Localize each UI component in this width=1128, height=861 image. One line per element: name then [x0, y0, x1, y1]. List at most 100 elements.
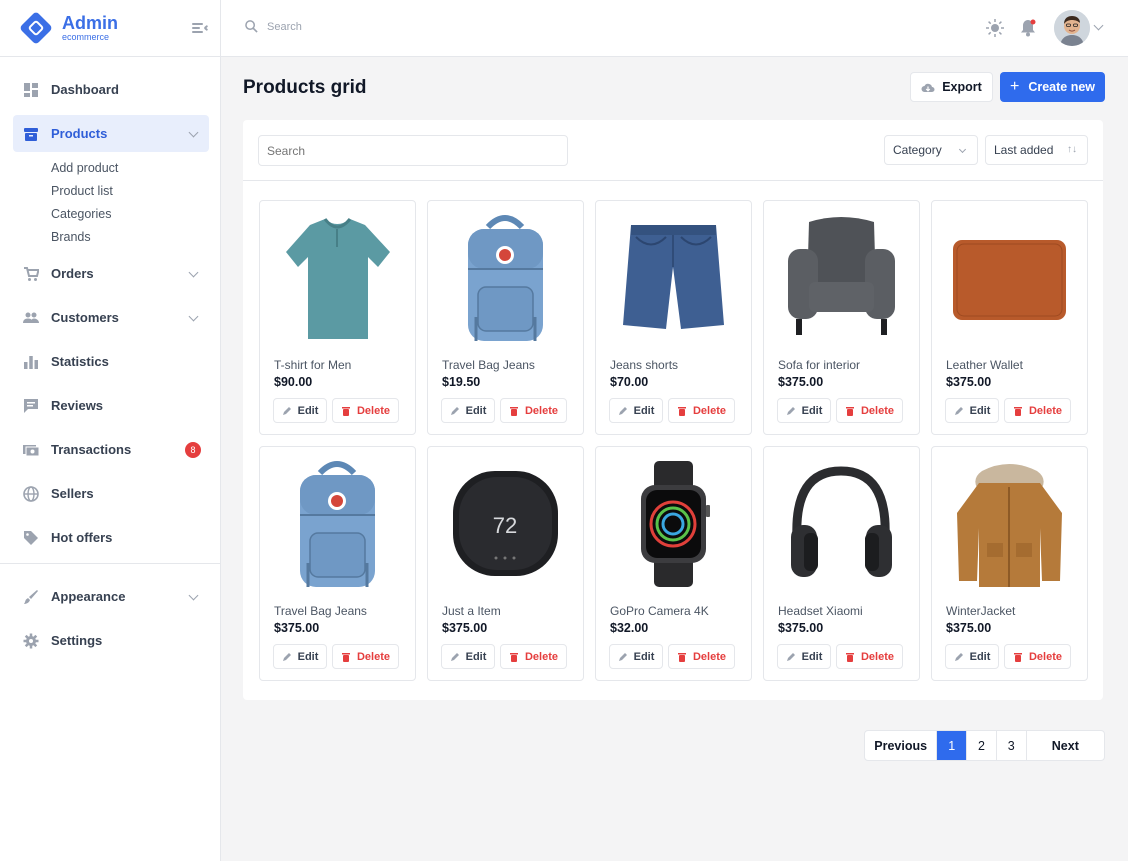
product-image[interactable] [764, 453, 919, 593]
product-card[interactable]: WinterJacket $375.00 Edit Delete [931, 446, 1088, 681]
trash-icon [845, 406, 854, 416]
sort-select[interactable]: Last added ↑↓ [985, 135, 1088, 165]
sidebar-item-products[interactable]: Products [13, 115, 209, 152]
delete-button[interactable]: Delete [836, 644, 903, 669]
product-image[interactable] [596, 453, 751, 593]
category-select-label: Category [893, 143, 942, 157]
edit-label: Edit [801, 650, 823, 663]
submenu-product-list[interactable]: Product list [51, 180, 220, 203]
pencil-icon [954, 406, 963, 415]
product-price: $32.00 [610, 621, 649, 635]
page-2-button[interactable]: 2 [967, 731, 997, 760]
pencil-icon [618, 406, 627, 415]
delete-button[interactable]: Delete [836, 398, 903, 423]
product-name: Sofa for interior [778, 358, 861, 372]
product-card[interactable]: Sofa for interior $375.00 Edit Delete [763, 200, 920, 435]
chevron-down-icon [188, 127, 199, 138]
submenu-brands[interactable]: Brands [51, 226, 220, 249]
global-search[interactable]: Search [245, 20, 302, 33]
sidebar-item-hot-offers[interactable]: Hot offers [13, 519, 209, 556]
product-image[interactable] [260, 453, 415, 593]
product-image[interactable] [596, 207, 751, 347]
delete-label: Delete [1028, 404, 1063, 417]
category-select[interactable]: Category [884, 135, 978, 165]
product-image[interactable] [428, 207, 583, 347]
trash-icon [677, 406, 686, 416]
sidebar-item-appearance[interactable]: Appearance [13, 578, 209, 615]
submenu-add-product[interactable]: Add product [51, 157, 220, 180]
previous-page-button[interactable]: Previous [865, 731, 938, 760]
chevron-down-icon [188, 590, 199, 601]
product-price: $375.00 [442, 621, 488, 635]
sidebar-item-reviews[interactable]: Reviews [13, 387, 209, 424]
edit-button[interactable]: Edit [609, 398, 663, 423]
chevron-down-icon[interactable] [1093, 20, 1104, 31]
product-image[interactable] [764, 207, 919, 347]
edit-button[interactable]: Edit [945, 398, 999, 423]
edit-button[interactable]: Edit [945, 644, 999, 669]
delete-label: Delete [692, 650, 727, 663]
trash-icon [1013, 406, 1022, 416]
product-card[interactable]: GoPro Camera 4K $32.00 Edit Delete [595, 446, 752, 681]
tag-icon [24, 530, 38, 545]
edit-button[interactable]: Edit [273, 398, 327, 423]
product-card[interactable]: Travel Bag Jeans $19.50 Edit Delete [427, 200, 584, 435]
sidebar-item-settings[interactable]: Settings [13, 622, 209, 659]
product-image[interactable] [932, 453, 1087, 593]
product-card[interactable]: Jeans shorts $70.00 Edit Delete [595, 200, 752, 435]
avatar[interactable] [1054, 10, 1090, 46]
page-1-button[interactable]: 1 [937, 731, 968, 760]
export-button[interactable]: Export [910, 72, 993, 102]
page-title: Products grid [243, 77, 367, 98]
product-card[interactable]: 72 Just a Item $375.00 Edit Delete [427, 446, 584, 681]
product-card[interactable]: Leather Wallet $375.00 Edit Delete [931, 200, 1088, 435]
edit-button[interactable]: Edit [441, 398, 495, 423]
sidebar-item-orders[interactable]: Orders [13, 255, 209, 292]
product-card[interactable]: Headset Xiaomi $375.00 Edit Delete [763, 446, 920, 681]
product-image[interactable] [932, 207, 1087, 347]
delete-button[interactable]: Delete [668, 398, 735, 423]
delete-button[interactable]: Delete [332, 398, 399, 423]
edit-button[interactable]: Edit [777, 398, 831, 423]
delete-button[interactable]: Delete [1004, 398, 1071, 423]
collapse-sidebar-icon[interactable] [192, 21, 209, 35]
next-page-button[interactable]: Next [1027, 731, 1104, 760]
pencil-icon [282, 652, 291, 661]
sidebar-item-transactions[interactable]: Transactions 8 [13, 431, 209, 468]
theme-toggle-icon[interactable] [986, 19, 1004, 37]
product-image[interactable] [260, 207, 415, 347]
sidebar-item-customers[interactable]: Customers [13, 299, 209, 336]
notification-badge: 8 [185, 442, 201, 458]
sidebar-item-sellers[interactable]: Sellers [13, 475, 209, 512]
delete-button[interactable]: Delete [668, 644, 735, 669]
sidebar-item-label: Dashboard [51, 82, 119, 97]
product-image[interactable]: 72 [428, 453, 583, 593]
delete-button[interactable]: Delete [332, 644, 399, 669]
delete-button[interactable]: Delete [500, 644, 567, 669]
chevron-down-icon [958, 145, 967, 154]
edit-button[interactable]: Edit [777, 644, 831, 669]
bell-icon[interactable] [1020, 19, 1036, 37]
product-price: $375.00 [946, 375, 992, 389]
delete-button[interactable]: Delete [500, 398, 567, 423]
delete-button[interactable]: Delete [1004, 644, 1071, 669]
sidebar-item-label: Hot offers [51, 530, 113, 545]
brand[interactable]: Admin ecommerce [0, 0, 220, 57]
sidebar-item-statistics[interactable]: Statistics [13, 343, 209, 380]
create-new-button[interactable]: + Create new [1000, 72, 1105, 102]
product-card[interactable]: T-shirt for Men $90.00 Edit Delete [259, 200, 416, 435]
edit-button[interactable]: Edit [609, 644, 663, 669]
product-search-input[interactable] [258, 135, 568, 166]
edit-button[interactable]: Edit [273, 644, 327, 669]
product-price: $19.50 [442, 375, 481, 389]
bar-chart-icon [24, 355, 38, 369]
pagination: Previous 1 2 3 Next [864, 730, 1105, 761]
submenu-categories[interactable]: Categories [51, 203, 220, 226]
gear-icon [23, 633, 39, 648]
pencil-icon [618, 652, 627, 661]
edit-button[interactable]: Edit [441, 644, 495, 669]
pencil-icon [786, 652, 795, 661]
page-3-button[interactable]: 3 [997, 731, 1027, 760]
product-card[interactable]: Travel Bag Jeans $375.00 Edit Delete [259, 446, 416, 681]
sidebar-item-dashboard[interactable]: Dashboard [13, 71, 209, 108]
